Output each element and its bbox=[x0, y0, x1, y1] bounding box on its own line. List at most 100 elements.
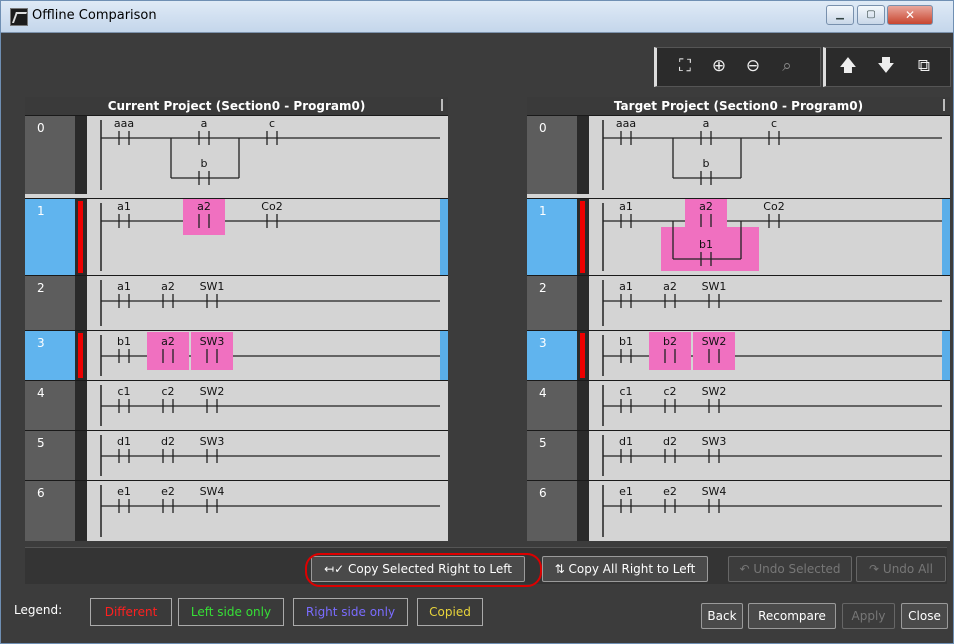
rung-1[interactable]: 1 a1 a2 Co2 b1 bbox=[527, 198, 950, 275]
rung-1[interactable]: 1 a1 a2 Co2 bbox=[25, 198, 448, 275]
contact-label: d2 bbox=[663, 435, 677, 448]
minimize-button[interactable]: ▁ bbox=[826, 5, 854, 25]
rung-2[interactable]: 2 a1 a2 SW1 bbox=[527, 275, 950, 330]
app-icon bbox=[10, 8, 28, 26]
contact-label: SW4 bbox=[702, 485, 727, 498]
zoom-in-icon[interactable]: ⊕ bbox=[707, 54, 731, 78]
rung-number: 6 bbox=[527, 481, 577, 541]
left-power-rail bbox=[577, 481, 589, 541]
arrow-down-icon[interactable]: 🡇 bbox=[874, 54, 898, 78]
ladder-diagram: a1 a2 SW1 bbox=[100, 280, 443, 326]
left-power-rail bbox=[75, 381, 87, 430]
rung-4[interactable]: 4 c1 c2 SW2 bbox=[527, 380, 950, 430]
contact-d1: d1 bbox=[117, 435, 131, 463]
contact-a1: a1 bbox=[117, 200, 131, 228]
contact-label: a bbox=[201, 117, 208, 130]
recompare-button[interactable]: Recompare bbox=[748, 603, 836, 629]
contact-c2: c2 bbox=[663, 385, 677, 413]
ladder-diagram: a1 a2 Co2 bbox=[100, 199, 443, 271]
close-window-button[interactable]: ✕ bbox=[887, 5, 933, 25]
rung-end bbox=[942, 116, 950, 194]
zoom-100-icon[interactable]: ⌕ bbox=[775, 54, 799, 78]
difference-marker bbox=[78, 333, 83, 378]
rung-0[interactable]: 0 aaa a c b bbox=[527, 115, 950, 194]
target-project-title: Target Project (Section0 - Program0) bbox=[613, 99, 864, 113]
contact-aaa: aaa bbox=[114, 117, 134, 145]
zoom-out-icon[interactable]: ⊖ bbox=[741, 54, 765, 78]
window-icon[interactable]: ⧉ bbox=[912, 54, 936, 78]
ladder-diagram: aaa a cb bbox=[602, 117, 945, 190]
contact-label: e1 bbox=[117, 485, 131, 498]
rung-lane: a1 a2 Co2 b1 bbox=[589, 199, 945, 275]
rung-6[interactable]: 6 e1 e2 SW4 bbox=[25, 480, 448, 541]
undo-selected-label: Undo Selected bbox=[753, 562, 841, 576]
rung-0[interactable]: 0 aaa a c b bbox=[25, 115, 448, 194]
contact-a2: a2 bbox=[161, 280, 175, 308]
contact-label: a2 bbox=[699, 200, 713, 213]
legend-right-side-only: Right side only bbox=[293, 598, 408, 626]
ladder-diagram: e1 e2 SW4 bbox=[602, 485, 945, 537]
contact-Co2: Co2 bbox=[261, 200, 283, 228]
contact-aaa: aaa bbox=[616, 117, 636, 145]
contact-SW4: SW4 bbox=[702, 485, 727, 513]
rung-5[interactable]: 5 d1 d2 SW3 bbox=[527, 430, 950, 480]
undo-all-button[interactable]: ↷ Undo All bbox=[856, 556, 946, 582]
contact-label: SW1 bbox=[702, 280, 727, 293]
rung-lane: b1 b2 SW2 bbox=[589, 331, 945, 380]
zoom-tool-group: ⛶ ⊕ ⊖ ⌕ bbox=[654, 47, 821, 87]
window-title: Offline Comparison bbox=[32, 8, 157, 23]
contact-a2: a2 bbox=[147, 332, 189, 370]
apply-button[interactable]: Apply bbox=[842, 603, 895, 629]
contact-label: c bbox=[771, 117, 777, 130]
rung-6[interactable]: 6 e1 e2 SW4 bbox=[527, 480, 950, 541]
rung-3[interactable]: 3 b1 b2 SW2 bbox=[527, 330, 950, 380]
rung-number: 5 bbox=[25, 431, 75, 480]
rung-2[interactable]: 2 a1 a2 SW1 bbox=[25, 275, 448, 330]
copy-all-right-to-left-button[interactable]: ⇅ Copy All Right to Left bbox=[542, 556, 708, 582]
rung-number-text: 3 bbox=[539, 336, 547, 350]
contact-label: e1 bbox=[619, 485, 633, 498]
left-power-rail bbox=[577, 381, 589, 430]
contact-label: c1 bbox=[117, 385, 130, 398]
rung-3[interactable]: 3 b1 a2 SW3 bbox=[25, 330, 448, 380]
rung-4[interactable]: 4 c1 c2 SW2 bbox=[25, 380, 448, 430]
contact-label: c2 bbox=[161, 385, 174, 398]
legend-label: Legend: bbox=[14, 603, 63, 617]
rung-lane: d1 d2 SW3 bbox=[87, 431, 443, 480]
maximize-button[interactable]: ▢ bbox=[857, 5, 885, 25]
rung-end bbox=[440, 199, 448, 275]
current-project-panel: Current Project (Section0 - Program0) 0 a… bbox=[25, 97, 448, 541]
contact-label: a2 bbox=[663, 280, 677, 293]
close-button[interactable]: Close bbox=[901, 603, 948, 629]
rung-end bbox=[942, 276, 950, 330]
contact-SW1: SW1 bbox=[702, 280, 727, 308]
left-power-rail bbox=[577, 276, 589, 330]
contact-label: b1 bbox=[619, 335, 633, 348]
left-power-rail bbox=[75, 116, 87, 194]
contact-label: a1 bbox=[619, 200, 633, 213]
contact-a: a bbox=[700, 117, 712, 145]
contact-label: a2 bbox=[161, 280, 175, 293]
rung-end bbox=[942, 481, 950, 541]
rung-end bbox=[440, 431, 448, 480]
contact-label: aaa bbox=[114, 117, 134, 130]
rung-5[interactable]: 5 d1 d2 SW3 bbox=[25, 430, 448, 480]
current-project-header: Current Project (Section0 - Program0) bbox=[25, 97, 448, 115]
contact-label: b bbox=[201, 157, 208, 170]
undo-selected-button[interactable]: ↶ Undo Selected bbox=[728, 556, 852, 582]
contact-label: SW2 bbox=[702, 385, 727, 398]
rung-number-text: 1 bbox=[539, 204, 547, 218]
panel-splitter[interactable] bbox=[441, 99, 443, 111]
arrow-up-icon[interactable]: 🡅 bbox=[836, 54, 860, 78]
contact-c1: c1 bbox=[619, 385, 633, 413]
contact-c1: c1 bbox=[117, 385, 131, 413]
back-button[interactable]: Back bbox=[701, 603, 743, 629]
contact-a1: a1 bbox=[619, 280, 633, 308]
ladder-diagram: c1 c2 SW2 bbox=[602, 385, 945, 426]
panel-splitter[interactable] bbox=[943, 99, 945, 111]
difference-marker bbox=[78, 201, 83, 273]
fit-icon[interactable]: ⛶ bbox=[673, 54, 697, 78]
contact-label: b1 bbox=[117, 335, 131, 348]
contact-label: SW3 bbox=[200, 435, 225, 448]
highlight-annotation bbox=[305, 553, 542, 587]
